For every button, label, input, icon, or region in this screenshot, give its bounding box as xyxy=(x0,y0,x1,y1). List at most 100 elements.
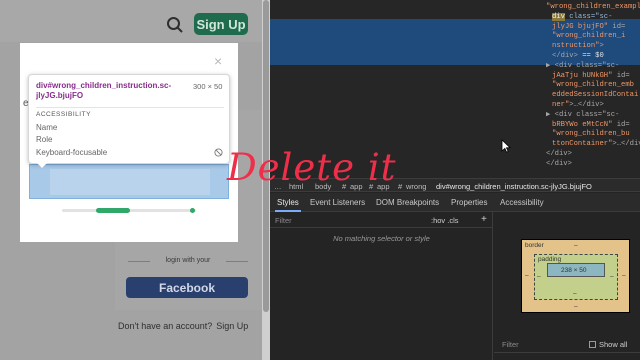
dom-token: == $0 xyxy=(577,52,604,60)
dom-token: "wrong_children_i xyxy=(552,32,626,41)
hov-cls-toggles[interactable]: :hov .cls xyxy=(431,216,459,225)
box-border-left-value: – xyxy=(525,272,529,279)
dom-token: > xyxy=(599,42,604,51)
checkbox-icon[interactable] xyxy=(589,341,596,348)
dom-line[interactable]: ▶ <div class="sc- xyxy=(546,62,619,71)
box-model-padding: padding – – – – 238 × 50 xyxy=(534,254,618,300)
computed-divider xyxy=(494,352,640,353)
dom-token: id= xyxy=(608,22,626,31)
breadcrumb-wrong[interactable]: wrong xyxy=(406,182,426,191)
dom-token: </div> xyxy=(552,52,578,60)
styles-filter-input[interactable]: Filter xyxy=(275,216,292,225)
delete-it-annotation: Delete it xyxy=(227,146,397,189)
highlight-content-box xyxy=(50,169,210,195)
tooltip-row-name: Name xyxy=(36,123,58,132)
not-focusable-icon xyxy=(214,148,223,157)
no-account-label: Don't have an account? xyxy=(118,321,213,331)
dom-line[interactable]: </div> xyxy=(546,160,572,169)
box-padding-label: padding xyxy=(538,256,562,263)
dom-token: bRBYWo eMtCcN" xyxy=(552,120,613,129)
box-border-label: border xyxy=(525,242,544,249)
dom-token: </div> xyxy=(546,150,572,158)
tooltip-divider xyxy=(36,107,224,108)
dom-token: jAaTju hUNkGH" xyxy=(552,71,613,80)
sidebar-tabs: Styles Event Listeners DOM Breakpoints P… xyxy=(270,193,640,212)
modal-progress-bar xyxy=(62,208,196,213)
dom-line[interactable]: ttonContainer">…</div> xyxy=(552,140,640,149)
show-all-checkbox[interactable]: Show all xyxy=(589,340,627,349)
box-model-pane: border – – – – padding – – – – 238 × 50 … xyxy=(494,212,640,360)
login-with-divider: login with your xyxy=(128,257,248,264)
dom-line[interactable]: eddedSessionIdContai xyxy=(552,91,638,100)
dom-line[interactable]: "wrong_children_i xyxy=(552,32,625,41)
inspect-tooltip: div#wrong_children_instruction.sc-jlyJG.… xyxy=(28,74,230,168)
dom-token: id= xyxy=(612,120,630,129)
no-matching-styles-message: No matching selector or style xyxy=(333,234,430,243)
box-padding-right-value: – xyxy=(610,273,614,280)
box-border-right-value: – xyxy=(622,272,626,279)
dom-line[interactable]: </div> == $0 xyxy=(552,52,604,61)
styles-divider xyxy=(270,227,493,228)
tooltip-row-keyboard-focusable: Keyboard-focusable xyxy=(36,148,108,157)
dom-token: ▶ <div class="sc- xyxy=(546,61,620,70)
sign-up-button[interactable]: Sign Up xyxy=(194,13,248,35)
dom-token: "wrong_children_emb xyxy=(552,81,634,90)
computed-filter-input[interactable]: Filter xyxy=(502,340,519,349)
tooltip-row-role: Role xyxy=(36,135,53,144)
facebook-button[interactable]: Facebook xyxy=(126,277,248,298)
dom-token: div xyxy=(552,12,565,21)
dom-token: id= xyxy=(612,71,630,80)
sign-up-link[interactable]: Sign Up xyxy=(216,321,248,331)
dom-token: ▶ <div class="sc- xyxy=(546,110,620,119)
dom-line[interactable]: "wrong_children_emb xyxy=(552,81,634,90)
dom-token: nstruction" xyxy=(552,42,600,51)
breadcrumb-hash-3: # xyxy=(398,182,403,191)
box-content-size: 238 × 50 xyxy=(561,267,587,274)
dom-line[interactable]: div class="sc- xyxy=(552,12,613,22)
box-padding-left-value: – xyxy=(537,273,541,280)
new-style-rule-button[interactable]: + xyxy=(481,214,487,225)
dom-token: </div> xyxy=(546,159,572,168)
dom-line[interactable]: "wrong_children_examples">…</div> xyxy=(546,3,640,12)
modal-progress-fill xyxy=(96,208,130,213)
dom-line[interactable]: ▶ <div class="sc- xyxy=(546,111,619,120)
no-account-text: Don't have an account? Sign Up xyxy=(118,321,248,331)
dom-token: eddedSessionIdContai xyxy=(552,91,639,100)
search-icon[interactable] xyxy=(166,16,184,34)
box-model-border: border – – – – padding – – – – 238 × 50 xyxy=(521,239,630,313)
tab-properties[interactable]: Properties xyxy=(451,198,487,207)
dom-line[interactable]: "wrong_children_bu xyxy=(552,130,630,139)
dom-token: >…</div> xyxy=(612,140,640,149)
breadcrumb-current[interactable]: div#wrong_children_instruction.sc-jlyJG.… xyxy=(436,182,592,191)
tab-event-listeners[interactable]: Event Listeners xyxy=(310,198,365,207)
dom-line[interactable]: jlyJG bjujFO" id= xyxy=(552,23,625,32)
box-model-content: 238 × 50 xyxy=(547,263,605,277)
modal-progress-dot xyxy=(190,208,195,213)
tab-accessibility[interactable]: Accessibility xyxy=(500,198,544,207)
dom-token: "wrong_children_bu xyxy=(552,130,630,139)
dom-line[interactable]: ner">…</div> xyxy=(552,101,604,110)
mouse-cursor-icon xyxy=(501,139,511,153)
tab-styles[interactable]: Styles xyxy=(277,198,299,207)
dom-token: class="sc- xyxy=(564,12,613,21)
dom-token: "wrong_children_examples" xyxy=(546,3,640,11)
styles-pane: Filter :hov .cls + No matching selector … xyxy=(270,212,493,360)
dom-line[interactable]: jAaTju hUNkGH" id= xyxy=(552,72,630,81)
box-border-bottom-value: – xyxy=(574,303,578,310)
dom-line[interactable]: </div> xyxy=(546,150,572,159)
tooltip-accessibility-heading: ACCESSIBILITY xyxy=(36,111,91,118)
dom-line[interactable]: nstruction"> xyxy=(552,42,604,51)
dom-token: ttonContainer" xyxy=(552,140,613,149)
tooltip-size: 300 × 50 xyxy=(193,82,223,91)
inspected-element-highlight xyxy=(29,164,229,199)
modal-close-icon[interactable]: × xyxy=(214,54,222,68)
tab-dom-breakpoints[interactable]: DOM Breakpoints xyxy=(376,198,439,207)
dom-token: >…</div> xyxy=(569,101,604,109)
tooltip-selector: div#wrong_children_instruction.sc-jlyJG.… xyxy=(36,81,172,100)
box-border-top-value: – xyxy=(574,242,578,249)
dom-token: jlyJG bjujFO" xyxy=(552,22,609,31)
show-all-label: Show all xyxy=(599,340,628,349)
dom-token: ner" xyxy=(552,101,570,109)
dom-line[interactable]: bRBYWo eMtCcN" id= xyxy=(552,121,630,130)
box-padding-bottom-value: – xyxy=(573,290,577,297)
